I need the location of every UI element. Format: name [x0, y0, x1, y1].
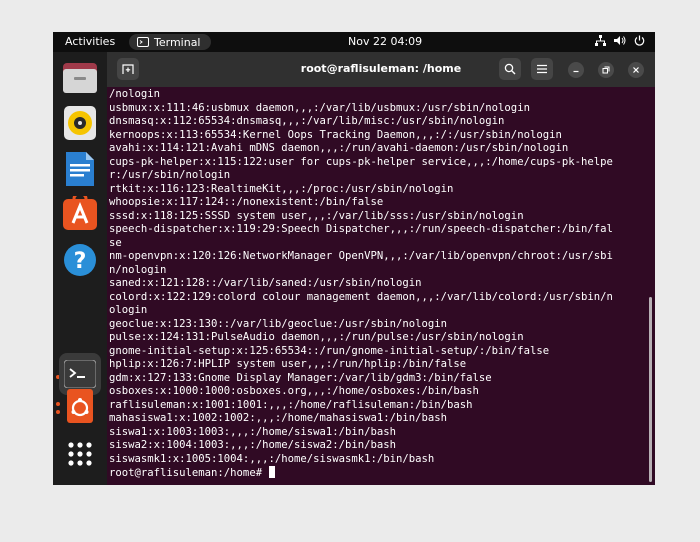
top-bar: Activities Terminal Nov 22 04:09: [53, 32, 655, 52]
svg-text:?: ?: [74, 249, 87, 274]
search-icon: [504, 63, 516, 75]
desktop-screen: Activities Terminal Nov 22 04:09 ? root@…: [53, 32, 655, 485]
terminal-scrollbar[interactable]: [649, 297, 652, 482]
files-icon: [63, 63, 97, 93]
maximize-button[interactable]: [598, 62, 614, 78]
dock-rhythmbox[interactable]: [59, 102, 101, 144]
prompt-line: root@raflisuleman:/home#: [109, 466, 645, 480]
dock-files[interactable]: [59, 57, 101, 99]
terminal-window: root@raflisuleman: /home /nologin usbmux…: [107, 52, 655, 485]
dock-writer[interactable]: [59, 148, 101, 190]
search-button[interactable]: [499, 58, 521, 80]
terminal-lines: /nologin usbmux:x:111:46:usbmux daemon,,,…: [109, 88, 645, 466]
network-icon: [595, 35, 606, 46]
terminal-output[interactable]: /nologin usbmux:x:111:46:usbmux daemon,,,…: [109, 88, 645, 485]
terminal-line: kernoops:x:113:65534:Kernel Oops Trackin…: [109, 128, 562, 141]
terminal-line: rtkit:x:116:123:RealtimeKit,,,:/proc:/us…: [109, 182, 454, 195]
text-cursor: [269, 466, 276, 478]
dock-help[interactable]: ?: [59, 239, 101, 281]
terminal-icon: [64, 360, 96, 388]
rhythmbox-icon: [64, 106, 96, 140]
writer-icon: [66, 152, 94, 186]
dock-ubuntu-installer[interactable]: [59, 385, 101, 427]
terminal-line: siswa2:x:1004:1003:,,,:/home/siswa2:/bin…: [109, 439, 397, 451]
terminal-line: whoopsie:x:117:124::/nonexistent:/bin/fa…: [109, 196, 384, 208]
terminal-line: speech-dispatcher:x:119:29:Speech Dispat…: [109, 223, 613, 235]
terminal-line: siswa1:x:1003:1003:,,,:/home/siswa1:/bin…: [109, 425, 397, 438]
menu-button[interactable]: [531, 58, 553, 80]
terminal-line: colord:x:122:129:colord colour managemen…: [109, 290, 613, 303]
clock-button[interactable]: Nov 22 04:09: [348, 35, 422, 48]
terminal-line: raflisuleman:x:1001:1001:,,,:/home/rafli…: [109, 398, 473, 411]
terminal-line: ologin: [109, 304, 148, 316]
terminal-line: saned:x:121:128::/var/lib/saned:/usr/sbi…: [109, 277, 422, 289]
terminal-line: siswasmk1:x:1005:1004:,,,:/home/siswasmk…: [109, 452, 435, 465]
terminal-line: geoclue:x:123:130::/var/lib/geoclue:/usr…: [109, 317, 448, 330]
dock-software[interactable]: [59, 192, 101, 234]
terminal-line: osboxes:x:1000:1000:osboxes.org,,,:/home…: [109, 385, 479, 397]
volume-icon: [614, 36, 626, 45]
terminal-line: gdm:x:127:133:Gnome Display Manager:/var…: [109, 371, 492, 384]
terminal-line: gnome-initial-setup:x:125:65534::/run/gn…: [109, 344, 550, 357]
minimize-icon: [573, 70, 579, 73]
terminal-line: hplip:x:126:7:HPLIP system user,,,:/run/…: [109, 358, 467, 370]
terminal-line: avahi:x:114:121:Avahi mDNS daemon,,,:/ru…: [109, 142, 569, 154]
terminal-line: dnsmasq:x:112:65534:dnsmasq,,,:/var/lib/…: [109, 115, 505, 127]
app-menu-button[interactable]: Terminal: [129, 34, 211, 50]
terminal-line: usbmux:x:111:46:usbmux daemon,,,:/var/li…: [109, 101, 530, 114]
terminal-line: r:/usr/sbin/nologin: [109, 169, 231, 181]
dock-show-applications[interactable]: [59, 433, 101, 475]
terminal-line: /nologin: [109, 88, 161, 100]
activities-button[interactable]: Activities: [65, 35, 115, 48]
restore-icon: [602, 66, 610, 74]
shell-prompt: root@raflisuleman:/home#: [109, 467, 269, 479]
hamburger-menu-icon: [537, 64, 547, 74]
terminal-line: pulse:x:124:131:PulseAudio daemon,,,:/ru…: [109, 331, 524, 343]
terminal-line: n/nologin: [109, 263, 167, 276]
terminal-line: sssd:x:118:125:SSSD system user,,,:/var/…: [109, 209, 524, 222]
terminal-line: nm-openvpn:x:120:126:NetworkManager Open…: [109, 250, 613, 262]
terminal-small-icon: [137, 37, 149, 47]
ubuntu-installer-icon: [67, 389, 93, 423]
system-tray[interactable]: [595, 35, 645, 46]
terminal-line: se: [109, 236, 122, 249]
minimize-button[interactable]: [568, 62, 584, 78]
close-button[interactable]: [628, 62, 644, 78]
close-icon: [633, 67, 639, 73]
terminal-line: mahasiswa1:x:1002:1002:,,,:/home/mahasis…: [109, 412, 448, 424]
help-icon: ?: [64, 244, 96, 276]
header-bar: root@raflisuleman: /home: [107, 52, 655, 87]
app-grid-icon: [68, 442, 92, 466]
app-menu-label: Terminal: [154, 35, 201, 49]
power-icon: [634, 35, 645, 46]
software-icon: [63, 196, 97, 230]
dock: ?: [53, 52, 107, 485]
terminal-line: cups-pk-helper:x:115:122:user for cups-p…: [109, 155, 613, 168]
